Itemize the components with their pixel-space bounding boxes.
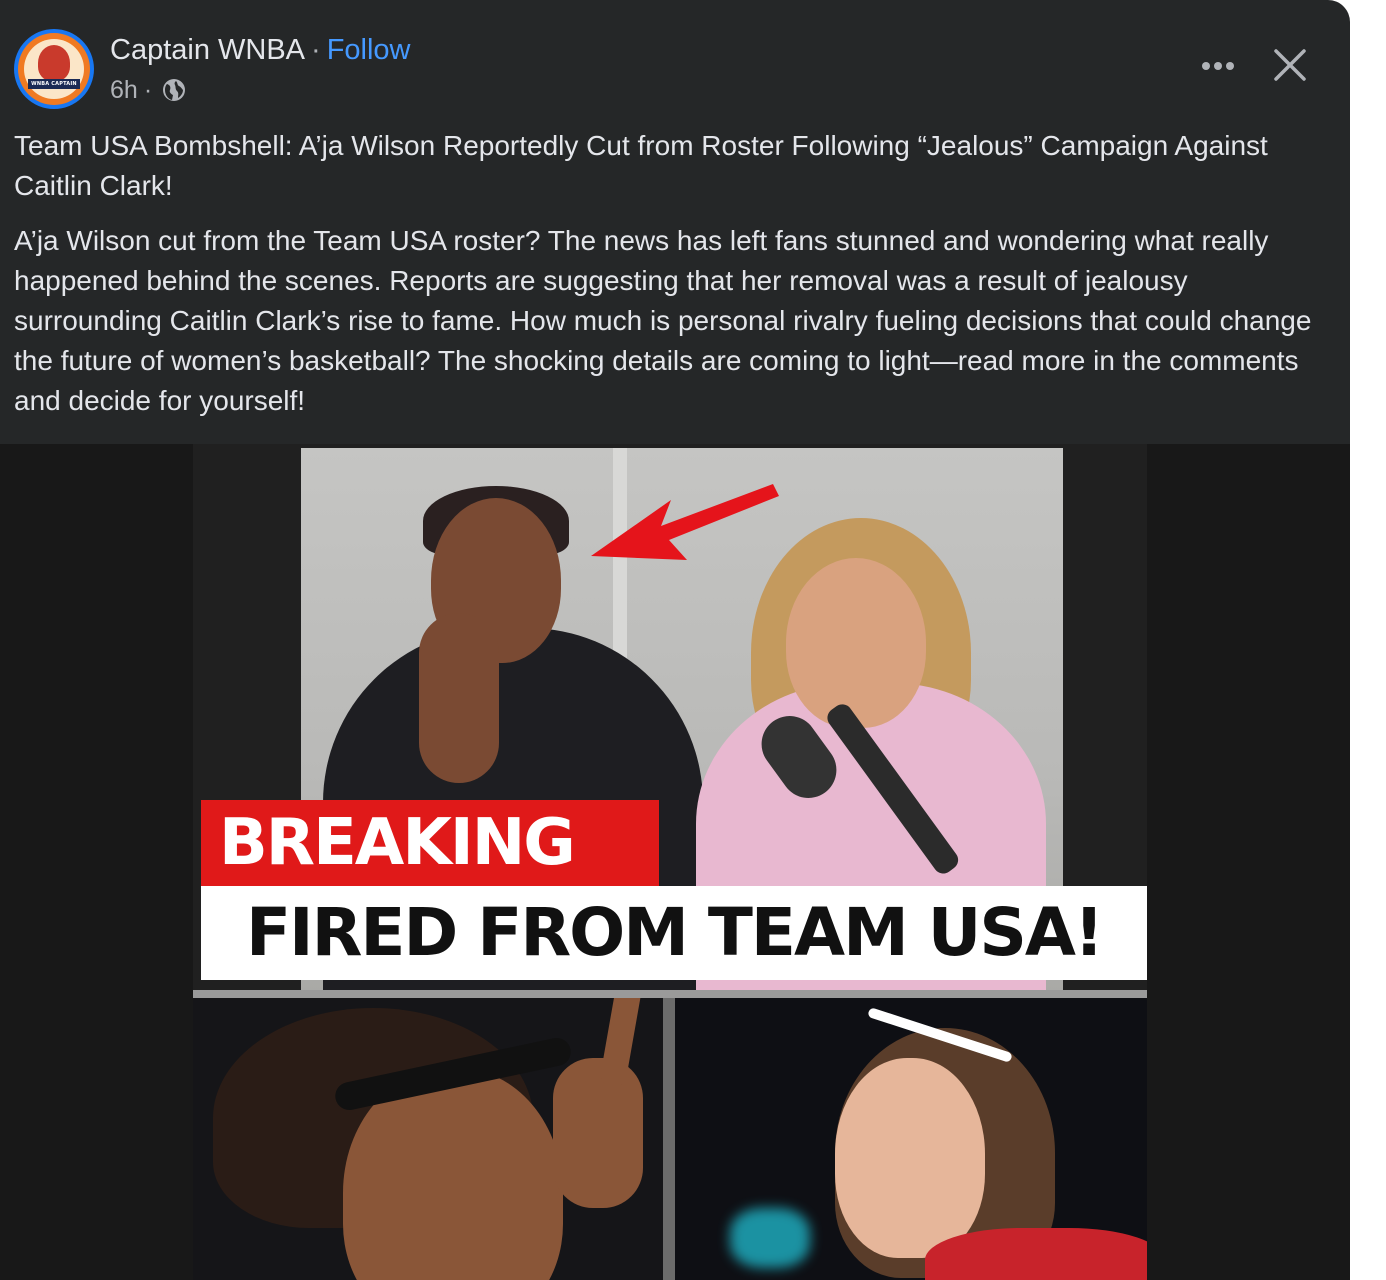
player-photo-left	[193, 998, 663, 1280]
post-meta: 6h ·	[110, 74, 186, 106]
post-timestamp[interactable]: 6h	[110, 74, 138, 106]
headline-banner: FIRED FROM TEAM USA!	[201, 886, 1147, 980]
name-separator: ·	[311, 34, 321, 66]
author-line: Captain WNBA · Follow	[110, 32, 411, 68]
author-name[interactable]: Captain WNBA	[110, 34, 305, 66]
more-options-button[interactable]	[1196, 44, 1240, 88]
post-body: A’ja Wilson cut from the Team USA roster…	[14, 225, 1312, 416]
red-arrow-icon	[591, 484, 779, 560]
jersey	[925, 1228, 1147, 1280]
image-divider-horizontal	[193, 990, 1147, 998]
post-header: WNBA CAPTAIN Captain WNBA · Follow 6h ·	[0, 0, 1350, 120]
thumbnail-image[interactable]: BREAKING FIRED FROM TEAM USA!	[193, 444, 1147, 1280]
close-button[interactable]	[1266, 41, 1314, 89]
close-icon	[1274, 49, 1306, 81]
pointing-hand	[553, 1058, 643, 1208]
globe-icon[interactable]	[162, 78, 186, 102]
player-hand	[419, 613, 499, 783]
arena-light	[730, 1208, 810, 1268]
avatar-figure	[38, 45, 70, 81]
post-media[interactable]: BREAKING FIRED FROM TEAM USA!	[0, 444, 1350, 1280]
avatar-image: WNBA CAPTAIN	[18, 33, 90, 105]
page-avatar[interactable]: WNBA CAPTAIN	[14, 29, 94, 109]
player-face	[835, 1058, 985, 1258]
follow-button[interactable]: Follow	[327, 34, 411, 66]
avatar-logo-text: WNBA CAPTAIN	[28, 79, 80, 89]
post-card: WNBA CAPTAIN Captain WNBA·Follow 6h·	[0, 0, 1350, 1280]
post-headline: Team USA Bombshell: A’ja Wilson Reported…	[14, 130, 1268, 201]
player-photo-right	[675, 998, 1147, 1280]
more-icon	[1202, 62, 1234, 70]
coach-face	[786, 558, 926, 728]
meta-separator: ·	[143, 76, 153, 104]
breaking-banner: BREAKING	[201, 800, 659, 886]
image-divider-vertical	[663, 998, 675, 1280]
